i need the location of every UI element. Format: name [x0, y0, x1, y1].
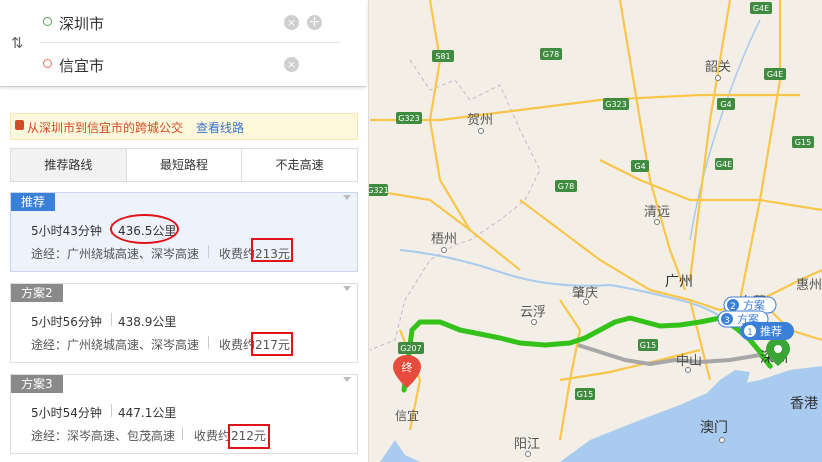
- route-time: 5小时54分钟: [31, 406, 102, 420]
- road-shield: G321: [367, 184, 389, 196]
- route-distance: 447.1公里: [118, 406, 177, 420]
- svg-text:G15: G15: [577, 390, 593, 399]
- route-time: 5小时43分钟: [31, 224, 102, 238]
- svg-text:推荐: 推荐: [760, 324, 782, 338]
- svg-text:G4: G4: [634, 162, 645, 171]
- city-label: 澳门: [700, 420, 728, 436]
- route-time: 5小时56分钟: [31, 315, 102, 329]
- road-shield: G207: [398, 342, 424, 354]
- recommended-bubble[interactable]: 1 推荐: [740, 322, 794, 340]
- clear-icon[interactable]: ×: [284, 57, 299, 72]
- route-via: 途经：广州绕城高速、深岑高速: [31, 247, 200, 261]
- road-shield: G4E: [750, 2, 772, 14]
- svg-text:S81: S81: [435, 52, 450, 61]
- svg-text:G207: G207: [400, 344, 421, 353]
- route-via: 途经：广州绕城高速、深岑高速: [31, 338, 200, 352]
- highlight-box: [228, 424, 270, 449]
- highlight-oval: [110, 214, 179, 244]
- city-label: 惠州: [796, 278, 822, 293]
- toll-label: 收费约: [219, 338, 256, 352]
- highlight-box: [251, 238, 293, 262]
- swap-icon[interactable]: ⇅: [11, 34, 24, 52]
- divider: [208, 336, 209, 349]
- bus-tip-text: 从深圳市到信宜市的跨城公交: [27, 121, 184, 135]
- svg-text:1: 1: [747, 328, 753, 338]
- tab-avoid-highway[interactable]: 不走高速: [241, 149, 358, 181]
- route-card[interactable]: 推荐 5小时43分钟 436.5公里 途经：广州绕城高速、深岑高速 收费约 21…: [10, 192, 358, 272]
- svg-text:终: 终: [402, 360, 413, 374]
- route-tag: 推荐: [11, 193, 56, 211]
- add-waypoint-icon[interactable]: +: [307, 15, 322, 30]
- road-shield: G78: [540, 48, 562, 60]
- city-label: 梧州: [431, 232, 457, 247]
- clear-icon[interactable]: ×: [284, 15, 299, 30]
- route-tag: 方案2: [11, 284, 63, 302]
- road-shield: G15: [575, 388, 595, 400]
- city-label: 云浮: [520, 305, 546, 320]
- bus-tip-bar: 从深圳市到信宜市的跨城公交 查看线路: [10, 113, 358, 140]
- route-via: 途经：深岑高速、包茂高速: [31, 429, 176, 443]
- city-label: 阳江: [514, 437, 540, 452]
- svg-text:G323: G323: [398, 114, 419, 123]
- route-distance: 438.9公里: [118, 315, 177, 329]
- city-label: 肇庆: [572, 286, 598, 301]
- search-box: ⇅ 深圳市 × + 信宜市 ×: [0, 0, 366, 87]
- svg-text:3: 3: [724, 316, 730, 326]
- city-label: 韶关: [705, 59, 731, 75]
- city-label: 贺州: [467, 113, 493, 128]
- svg-text:G15: G15: [640, 341, 656, 350]
- svg-text:G4E: G4E: [716, 160, 732, 169]
- tab-shortest[interactable]: 最短路程: [125, 149, 242, 181]
- svg-text:G323: G323: [605, 100, 626, 109]
- divider: [111, 313, 112, 326]
- road-shield: G15: [638, 339, 658, 351]
- destination-input[interactable]: 信宜市: [59, 55, 104, 76]
- road-shield: G4E: [715, 158, 733, 170]
- svg-text:G4E: G4E: [767, 70, 783, 79]
- route-card[interactable]: 方案3 5小时54分钟 447.1公里 途经：深岑高速、包茂高速 收费约 212…: [10, 374, 358, 454]
- road-shield: G323: [396, 112, 422, 124]
- divider: [111, 404, 112, 417]
- route-panel: ⇅ 深圳市 × + 信宜市 × 从深圳市到信宜市的跨城公交 查看线路 推荐路线 …: [0, 0, 369, 462]
- road-shield: G78: [555, 180, 577, 192]
- bus-icon: [15, 120, 24, 130]
- chevron-down-icon[interactable]: [343, 195, 351, 200]
- svg-text:G4: G4: [720, 100, 731, 109]
- route-card[interactable]: 方案2 5小时56分钟 438.9公里 途经：广州绕城高速、深岑高速 收费约 2…: [10, 283, 358, 363]
- city-label: 清远: [644, 205, 670, 220]
- road-shield: G4: [631, 160, 649, 172]
- svg-text:G15: G15: [795, 138, 811, 147]
- view-bus-link[interactable]: 查看线路: [196, 119, 244, 136]
- toll-label: 收费约: [219, 247, 256, 261]
- svg-text:G321: G321: [367, 186, 388, 195]
- destination-dot-icon: [43, 59, 52, 68]
- city-label: 中山: [676, 354, 702, 369]
- road-shield: G4E: [764, 68, 786, 80]
- chevron-down-icon[interactable]: [343, 286, 351, 291]
- origin-input[interactable]: 深圳市: [59, 13, 104, 34]
- road-shield: G323: [603, 98, 629, 110]
- divider: [208, 245, 209, 258]
- highlight-box: [251, 332, 293, 356]
- chevron-down-icon[interactable]: [343, 377, 351, 382]
- route-tag: 方案3: [11, 375, 63, 393]
- route-preference-tabs: 推荐路线 最短路程 不走高速: [10, 148, 358, 182]
- toll-label: 收费约: [194, 429, 231, 443]
- city-label: 广州: [665, 274, 693, 290]
- tab-recommended[interactable]: 推荐路线: [11, 149, 126, 181]
- city-label: 香港: [790, 396, 818, 412]
- road-shield: G4: [717, 98, 735, 110]
- destination-row[interactable]: 信宜市 ×: [40, 44, 340, 84]
- svg-text:G4E: G4E: [753, 4, 769, 13]
- road-shield: G15: [792, 136, 814, 148]
- svg-text:方案: 方案: [743, 298, 765, 312]
- city-label: 信宜: [395, 408, 419, 423]
- divider: [182, 427, 183, 440]
- origin-dot-icon: [43, 17, 52, 26]
- origin-row[interactable]: 深圳市 × +: [40, 2, 340, 43]
- svg-text:G78: G78: [558, 182, 574, 191]
- svg-text:G78: G78: [543, 50, 559, 59]
- road-shield: S81: [432, 50, 454, 62]
